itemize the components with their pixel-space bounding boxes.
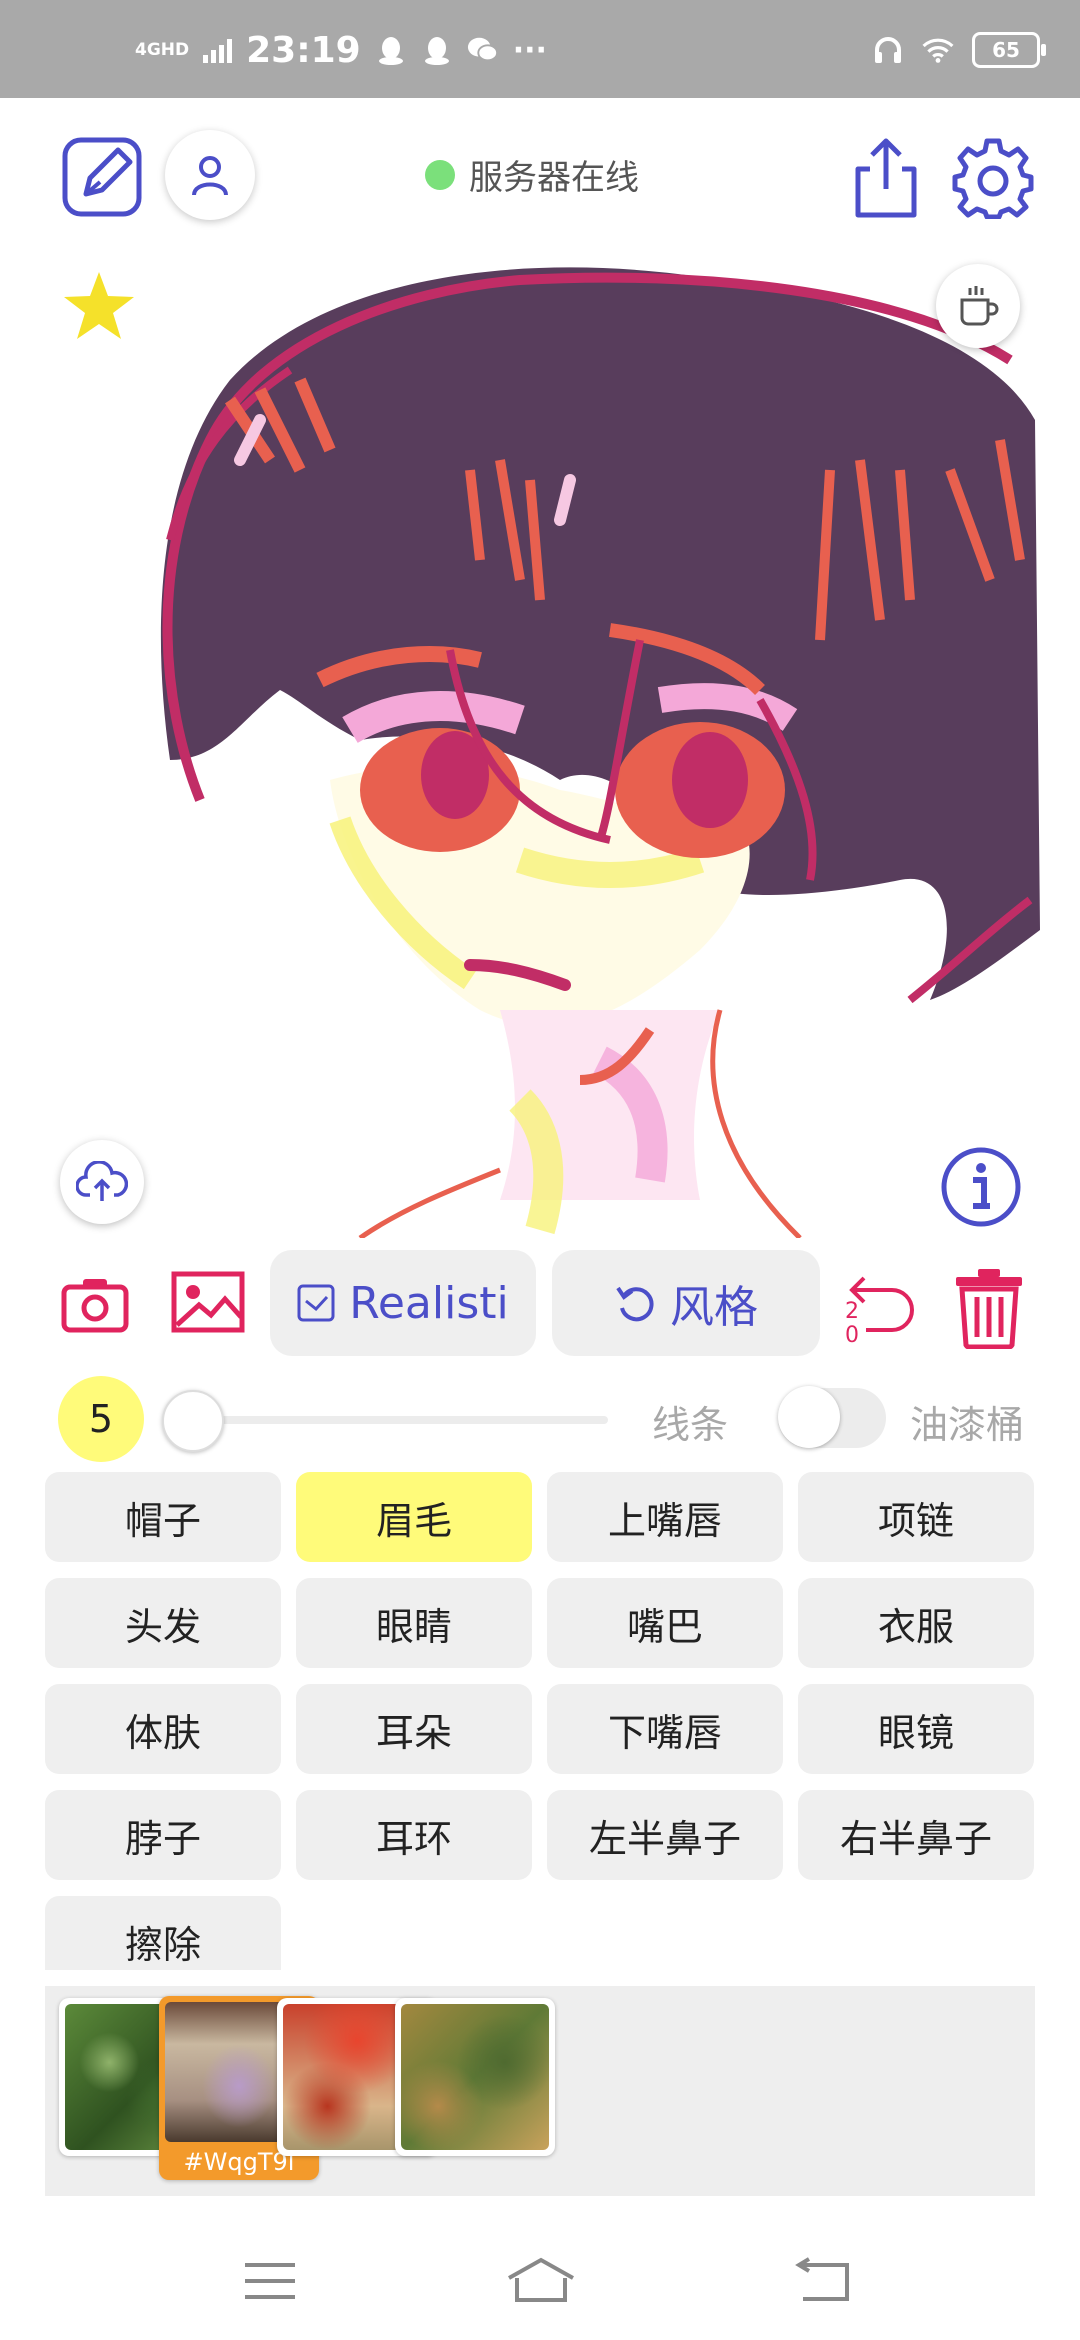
- thumbnail-image: [401, 2004, 549, 2150]
- label-right-nose[interactable]: 右半鼻子: [798, 1790, 1034, 1880]
- camera-icon[interactable]: [60, 1274, 130, 1334]
- line-mode-label: 线条: [652, 1403, 729, 1447]
- gallery-image-icon[interactable]: [170, 1270, 246, 1334]
- brush-size-indicator: 5: [58, 1376, 144, 1462]
- label-neck[interactable]: 脖子: [45, 1790, 281, 1880]
- drawing-canvas[interactable]: [60, 258, 1040, 1238]
- bucket-mode-label: 油漆桶: [910, 1403, 1025, 1447]
- wechat-icon: [467, 34, 499, 66]
- cup-icon: [960, 286, 999, 326]
- more-notifications: ···: [512, 32, 547, 68]
- battery-level: 65: [992, 38, 1020, 62]
- brush-size-slider-track[interactable]: [172, 1416, 608, 1424]
- wifi-icon: [922, 34, 954, 66]
- clock: 23:19: [246, 29, 361, 71]
- server-status-label: 服务器在线: [469, 158, 639, 198]
- network-type: 4GHD: [135, 39, 190, 60]
- signal-icon: [203, 37, 233, 63]
- cloud-upload-icon: [76, 1161, 128, 1201]
- model-select-button[interactable]: Realisti: [270, 1250, 536, 1356]
- model-label: Realisti: [349, 1277, 509, 1329]
- headphones-icon: [872, 34, 904, 66]
- home-icon[interactable]: [505, 2252, 577, 2308]
- label-eyes[interactable]: 眼睛: [296, 1578, 532, 1668]
- label-necklace[interactable]: 项链: [798, 1472, 1034, 1562]
- label-hair[interactable]: 头发: [45, 1578, 281, 1668]
- fill-mode-toggle-knob[interactable]: [778, 1386, 840, 1448]
- qq-icon: [421, 34, 453, 66]
- artwork: [160, 267, 1040, 1238]
- status-dot: [425, 159, 455, 190]
- cloud-upload-button[interactable]: [60, 1140, 144, 1224]
- checkbox-icon: [297, 1284, 335, 1322]
- brush-controls: 5 线条 油漆桶: [0, 1372, 1080, 1462]
- back-icon[interactable]: [794, 2252, 854, 2308]
- edit-icon[interactable]: [60, 132, 146, 218]
- trash-icon[interactable]: [948, 1266, 1030, 1350]
- label-lower-lip[interactable]: 下嘴唇: [547, 1684, 783, 1774]
- label-skin[interactable]: 体肤: [45, 1684, 281, 1774]
- label-hat[interactable]: 帽子: [45, 1472, 281, 1562]
- label-ears[interactable]: 耳朵: [296, 1684, 532, 1774]
- label-mouth[interactable]: 嘴巴: [547, 1578, 783, 1668]
- label-eraser[interactable]: 擦除: [45, 1896, 281, 1970]
- thumbnail[interactable]: [395, 1998, 555, 2156]
- result-thumbnails: #WqgT9l: [45, 1986, 1035, 2196]
- refresh-icon: [616, 1286, 654, 1322]
- style-button[interactable]: 风格: [552, 1250, 820, 1356]
- undo-count: 20: [845, 1299, 859, 1348]
- label-left-nose[interactable]: 左半鼻子: [547, 1790, 783, 1880]
- undo-button[interactable]: 20: [840, 1266, 920, 1348]
- brush-size-slider-thumb[interactable]: [162, 1390, 224, 1452]
- top-toolbar: 服务器在线: [0, 98, 1080, 258]
- label-earrings[interactable]: 耳环: [296, 1790, 532, 1880]
- favorite-star-icon[interactable]: [62, 270, 136, 346]
- profile-button[interactable]: [165, 130, 255, 220]
- label-glasses[interactable]: 眼镜: [798, 1684, 1034, 1774]
- tool-row: Realisti 风格 20: [0, 1250, 1080, 1360]
- server-status: 服务器在线: [425, 150, 639, 199]
- status-bar: 4GHD 23:19 ··· 65: [0, 0, 1080, 98]
- coffee-cup-button[interactable]: [936, 264, 1020, 348]
- menu-icon[interactable]: [240, 2256, 300, 2306]
- user-icon: [192, 156, 228, 196]
- battery-indicator: 65: [972, 32, 1046, 68]
- label-upper-lip[interactable]: 上嘴唇: [547, 1472, 783, 1562]
- label-eyebrows[interactable]: 眉毛: [296, 1472, 532, 1562]
- info-icon[interactable]: [940, 1146, 1022, 1232]
- label-clothes[interactable]: 衣服: [798, 1578, 1034, 1668]
- label-grid: 帽子 眉毛 上嘴唇 项链 头发 眼睛 嘴巴 衣服 体肤 耳朵 下嘴唇 眼镜 脖子…: [45, 1472, 1035, 1970]
- share-icon[interactable]: [846, 132, 926, 222]
- navigation-bar: [0, 2216, 1080, 2340]
- style-label: 风格: [670, 1282, 758, 1333]
- qq-icon: [375, 34, 407, 66]
- settings-gear-icon[interactable]: [950, 134, 1036, 220]
